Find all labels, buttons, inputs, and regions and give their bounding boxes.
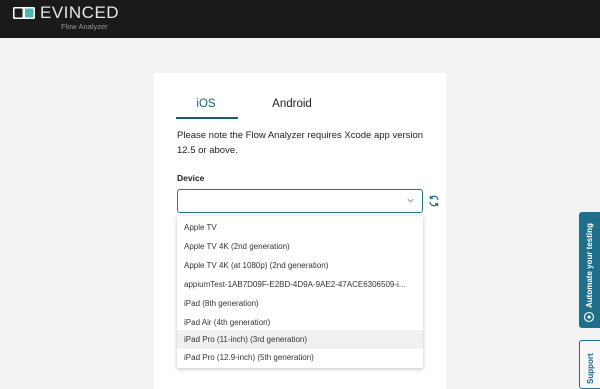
brand-name: EVINCED <box>40 3 120 22</box>
device-dropdown: Apple TV Apple TV 4K (2nd generation) Ap… <box>177 216 423 368</box>
automate-testing-button[interactable]: Automate your testing <box>579 212 600 328</box>
device-option[interactable]: iPad (8th generation) <box>177 294 423 313</box>
active-tab-indicator <box>176 117 238 119</box>
device-option[interactable]: Apple TV 4K (2nd generation) <box>177 237 423 256</box>
brand-subtitle: Flow Analyzer <box>61 22 108 31</box>
evinced-logo-icon <box>13 7 35 19</box>
device-option-highlighted[interactable]: iPad Pro (11-inch) (3rd generation) <box>177 330 423 349</box>
tab-ios[interactable]: iOS <box>176 97 236 119</box>
tab-android[interactable]: Android <box>262 97 322 119</box>
support-label: Support <box>586 353 595 384</box>
automate-icon <box>583 311 595 323</box>
automate-testing-label: Automate your testing <box>585 223 594 308</box>
device-label: Device <box>177 173 205 183</box>
device-option[interactable]: Apple TV <box>177 218 423 237</box>
chevron-down-icon <box>407 198 414 203</box>
device-option[interactable]: appiumTest-1AB7D09F-E2BD-4D9A-9AE2-47ACE… <box>177 275 423 294</box>
support-button[interactable]: Support <box>579 340 600 389</box>
top-bar: EVINCED Flow Analyzer <box>0 0 600 38</box>
device-option[interactable]: iPad Pro (12.9-inch) (5th generation) <box>177 348 423 367</box>
refresh-icon[interactable] <box>428 195 440 207</box>
xcode-note: Please note the Flow Analyzer requires X… <box>177 130 424 156</box>
device-select[interactable] <box>177 189 423 213</box>
device-option[interactable]: Apple TV 4K (at 1080p) (2nd generation) <box>177 256 423 275</box>
